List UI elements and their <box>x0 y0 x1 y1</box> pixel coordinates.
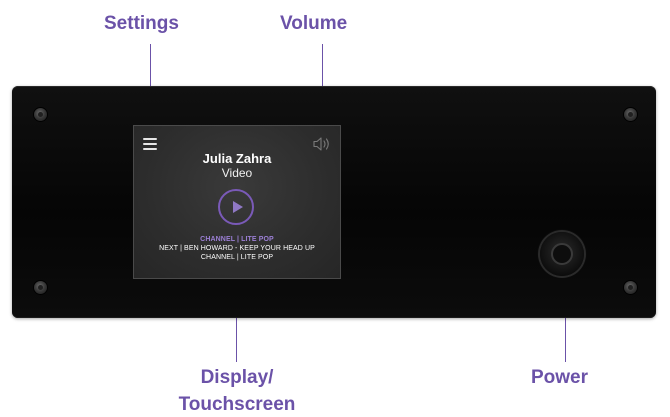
touchscreen-display[interactable]: Julia Zahra Video CHANNEL | LITE POP NEX… <box>134 126 340 278</box>
hamburger-menu-icon[interactable] <box>143 138 157 150</box>
current-channel-text: CHANNEL | LITE POP <box>200 236 274 243</box>
display-callout-line2: Touchscreen <box>178 394 296 415</box>
screw-icon <box>34 281 47 294</box>
power-button[interactable] <box>540 232 584 276</box>
power-callout: Power <box>531 367 589 388</box>
screw-icon <box>624 108 637 121</box>
volume-callout: Volume <box>280 13 348 34</box>
screw-icon <box>34 108 47 121</box>
next-track-text: NEXT | BEN HOWARD - KEEP YOUR HEAD UP <box>159 245 315 252</box>
play-button[interactable] <box>218 189 254 225</box>
artist-name: Julia Zahra <box>202 151 272 166</box>
speaker-volume-icon[interactable] <box>312 136 332 152</box>
media-type: Video <box>221 166 253 180</box>
display-callout-line1: Display/ <box>200 367 274 388</box>
next-channel-text: CHANNEL | LITE POP <box>200 254 274 261</box>
screw-icon <box>624 281 637 294</box>
display-callout: Display/ Touchscreen <box>162 366 312 417</box>
settings-callout: Settings <box>104 13 179 34</box>
